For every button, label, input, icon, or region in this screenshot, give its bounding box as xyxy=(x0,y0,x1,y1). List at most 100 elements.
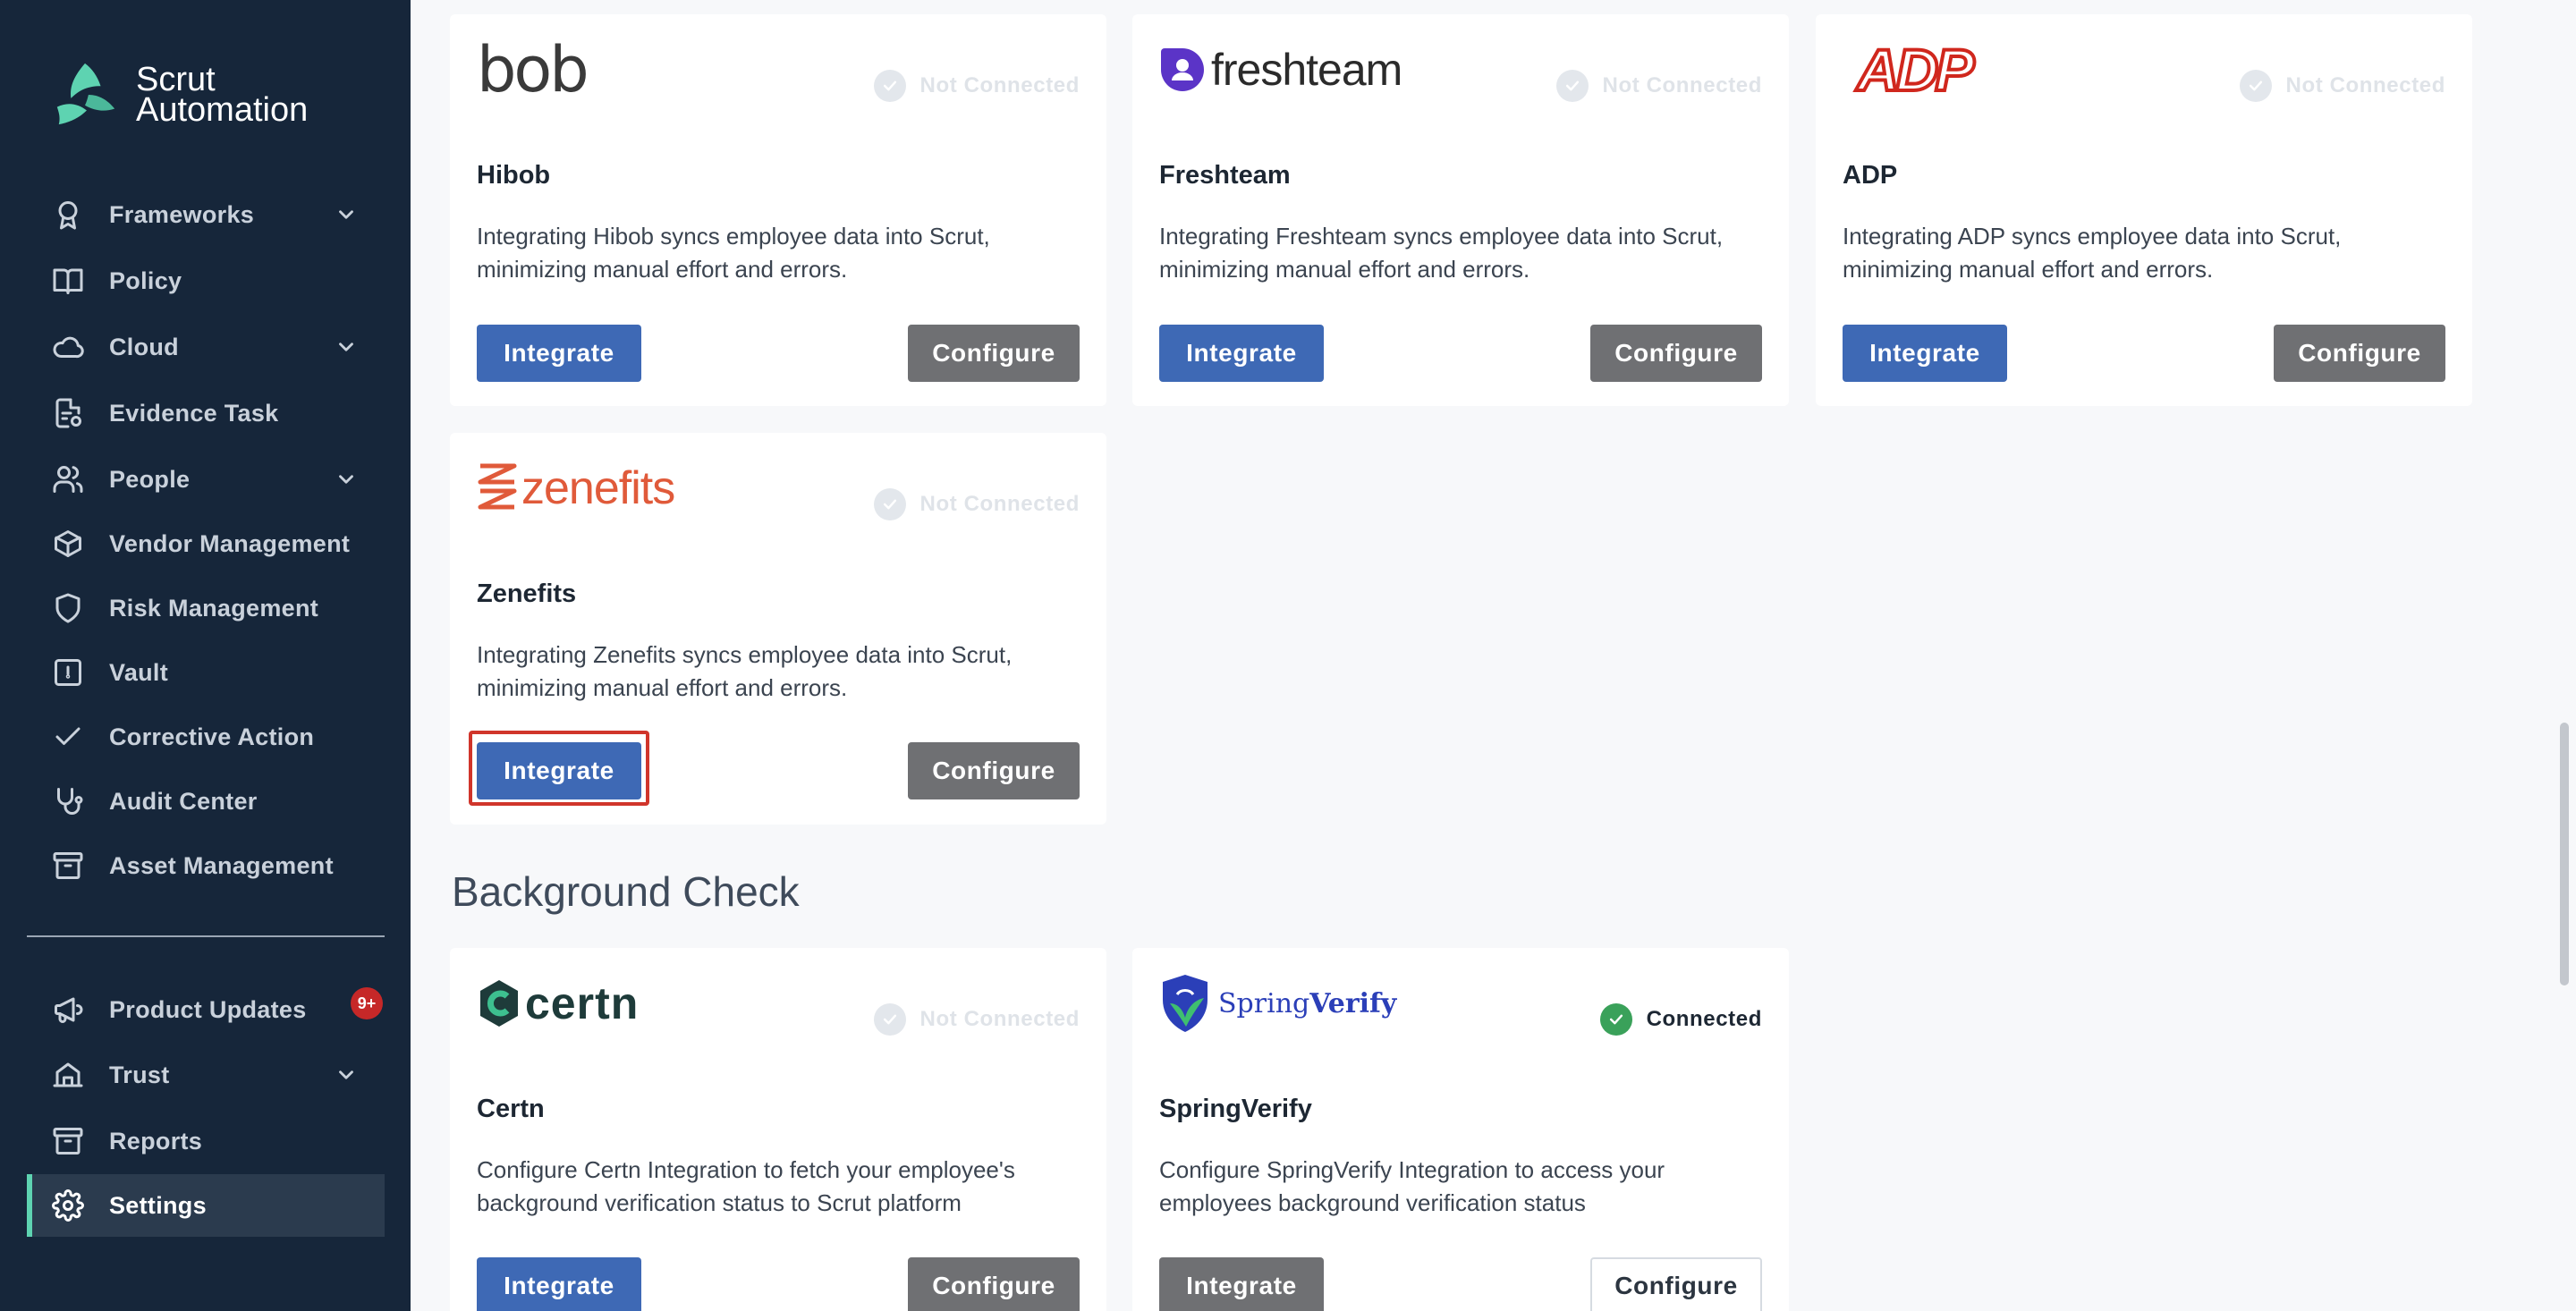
integration-name: ADP xyxy=(1843,161,1898,190)
adp-logo: ADP xyxy=(1855,35,1976,105)
sidebar-item-evidence-task[interactable]: Evidence Task xyxy=(27,382,385,444)
integration-description: Integrating Hibob syncs employee data in… xyxy=(477,223,990,283)
sidebar-item-frameworks[interactable]: Frameworks xyxy=(27,183,385,246)
status-badge: Not Connected xyxy=(873,488,1080,520)
trust-icon xyxy=(50,1057,86,1093)
megaphone-icon xyxy=(50,992,86,1028)
zenefits-logo: zenefits xyxy=(477,460,675,517)
scrollbar-thumb[interactable] xyxy=(2560,723,2569,985)
sidebar-item-corrective-action[interactable]: Corrective Action xyxy=(27,706,385,768)
status-badge: Not Connected xyxy=(873,70,1080,102)
sidebar-item-risk-management[interactable]: Risk Management xyxy=(27,577,385,639)
integration-card-freshteam: freshteam Not Connected Freshteam Integr… xyxy=(1132,14,1789,406)
check-circle-icon xyxy=(2239,70,2272,102)
chevron-down-icon[interactable] xyxy=(335,1063,358,1087)
springverify-logo: SpringVerify xyxy=(1159,975,1396,1032)
sidebar-item-reports[interactable]: Reports xyxy=(27,1110,385,1172)
archive-icon xyxy=(50,848,86,884)
configure-button[interactable]: Configure xyxy=(2274,325,2445,382)
hibob-logo: bob xyxy=(477,33,589,106)
configure-button[interactable]: Configure xyxy=(908,742,1080,799)
integrate-button[interactable]: Integrate xyxy=(477,1257,641,1311)
cloud-icon xyxy=(50,329,86,365)
status-badge: Not Connected xyxy=(873,1003,1080,1036)
sidebar-item-label: Trust xyxy=(109,1061,170,1088)
file-check-icon xyxy=(50,395,86,431)
sidebar-item-label: Asset Management xyxy=(109,851,334,879)
gear-icon xyxy=(50,1188,86,1223)
sidebar-item-label: Product Updates xyxy=(109,995,307,1023)
sidebar-item-cloud[interactable]: Cloud xyxy=(27,316,385,378)
stethoscope-icon xyxy=(50,783,86,819)
sidebar-item-policy[interactable]: Policy xyxy=(27,250,385,312)
certn-logo: certn xyxy=(477,975,639,1032)
integration-card-springverify: SpringVerify Connected SpringVerify Conf… xyxy=(1132,948,1789,1311)
integration-name: Hibob xyxy=(477,161,551,190)
sidebar: Scrut Automation Frameworks Policy Cloud… xyxy=(0,0,411,1311)
integration-name: Zenefits xyxy=(477,579,577,608)
chevron-down-icon[interactable] xyxy=(335,203,358,226)
sidebar-item-product-updates[interactable]: Product Updates xyxy=(27,978,385,1041)
reports-icon xyxy=(50,1123,86,1159)
check-circle-icon xyxy=(1599,1003,1632,1036)
sidebar-item-label: Vault xyxy=(109,658,169,686)
configure-button[interactable]: Configure xyxy=(1590,1257,1762,1311)
box-icon xyxy=(50,526,86,562)
sidebar-item-trust[interactable]: Trust xyxy=(27,1044,385,1106)
vault-icon xyxy=(50,655,86,690)
section-title-background-check: Background Check xyxy=(452,868,800,915)
status-badge: Not Connected xyxy=(2239,70,2445,102)
integration-card-certn: certn Not Connected Certn Configure Cert… xyxy=(450,948,1106,1311)
check-circle-icon xyxy=(873,1003,906,1036)
integrate-button[interactable]: Integrate xyxy=(1159,325,1324,382)
check-circle-icon xyxy=(873,70,906,102)
status-badge: Not Connected xyxy=(1555,70,1762,102)
integration-description: Integrating Zenefits syncs employee data… xyxy=(477,641,1013,701)
sidebar-item-label: Vendor Management xyxy=(109,529,351,557)
integrate-button[interactable]: Integrate xyxy=(477,325,641,382)
configure-button[interactable]: Configure xyxy=(1590,325,1762,382)
sidebar-item-label: Policy xyxy=(109,266,182,294)
check-circle-icon xyxy=(1555,70,1589,102)
zenefits-logo-icon xyxy=(478,463,517,510)
sidebar-item-audit-center[interactable]: Audit Center xyxy=(27,770,385,833)
check-circle-icon xyxy=(873,488,906,520)
configure-button[interactable]: Configure xyxy=(908,325,1080,382)
sidebar-item-label: Corrective Action xyxy=(109,723,315,750)
freshteam-logo: freshteam xyxy=(1159,41,1402,98)
integration-name: Certn xyxy=(477,1095,545,1123)
freshteam-logo-icon xyxy=(1161,48,1204,91)
brand-name-line2: Automation xyxy=(136,91,309,129)
sidebar-item-asset-management[interactable]: Asset Management xyxy=(27,834,385,897)
integration-description: Configure Certn Integration to fetch you… xyxy=(477,1156,1015,1216)
integrate-button[interactable]: Integrate xyxy=(1843,325,2007,382)
brand[interactable]: Scrut Automation xyxy=(50,57,308,132)
sidebar-item-label: Evidence Task xyxy=(109,399,279,427)
integration-name: Freshteam xyxy=(1159,161,1291,190)
configure-button[interactable]: Configure xyxy=(908,1257,1080,1311)
integration-name: SpringVerify xyxy=(1159,1095,1312,1123)
status-badge: Connected xyxy=(1599,1003,1762,1036)
integrate-button[interactable]: Integrate xyxy=(1159,1257,1324,1311)
chevron-down-icon[interactable] xyxy=(335,335,358,359)
shield-icon xyxy=(50,590,86,626)
sidebar-item-vault[interactable]: Vault xyxy=(27,641,385,704)
integration-description: Integrating ADP syncs employee data into… xyxy=(1843,223,2342,283)
integration-card-hibob: bob Not Connected Hibob Integrating Hibo… xyxy=(450,14,1106,406)
sidebar-item-label: Cloud xyxy=(109,333,179,360)
check-icon xyxy=(50,719,86,755)
sidebar-item-settings[interactable]: Settings xyxy=(27,1174,385,1237)
focus-highlight xyxy=(469,731,649,806)
sidebar-divider xyxy=(27,935,385,937)
sidebar-item-label: Settings xyxy=(109,1191,207,1219)
springverify-logo-icon xyxy=(1163,975,1208,1032)
sidebar-item-label: Reports xyxy=(109,1127,203,1155)
users-icon xyxy=(50,461,86,497)
integration-card-adp: ADP Not Connected ADP Integrating ADP sy… xyxy=(1816,14,2472,406)
certn-logo-icon xyxy=(480,980,518,1027)
scrut-logo-icon xyxy=(56,63,115,125)
sidebar-item-people[interactable]: People xyxy=(27,448,385,511)
sidebar-item-vendor-management[interactable]: Vendor Management xyxy=(27,512,385,575)
notification-badge: 9+ xyxy=(351,987,383,1019)
chevron-down-icon[interactable] xyxy=(335,468,358,491)
